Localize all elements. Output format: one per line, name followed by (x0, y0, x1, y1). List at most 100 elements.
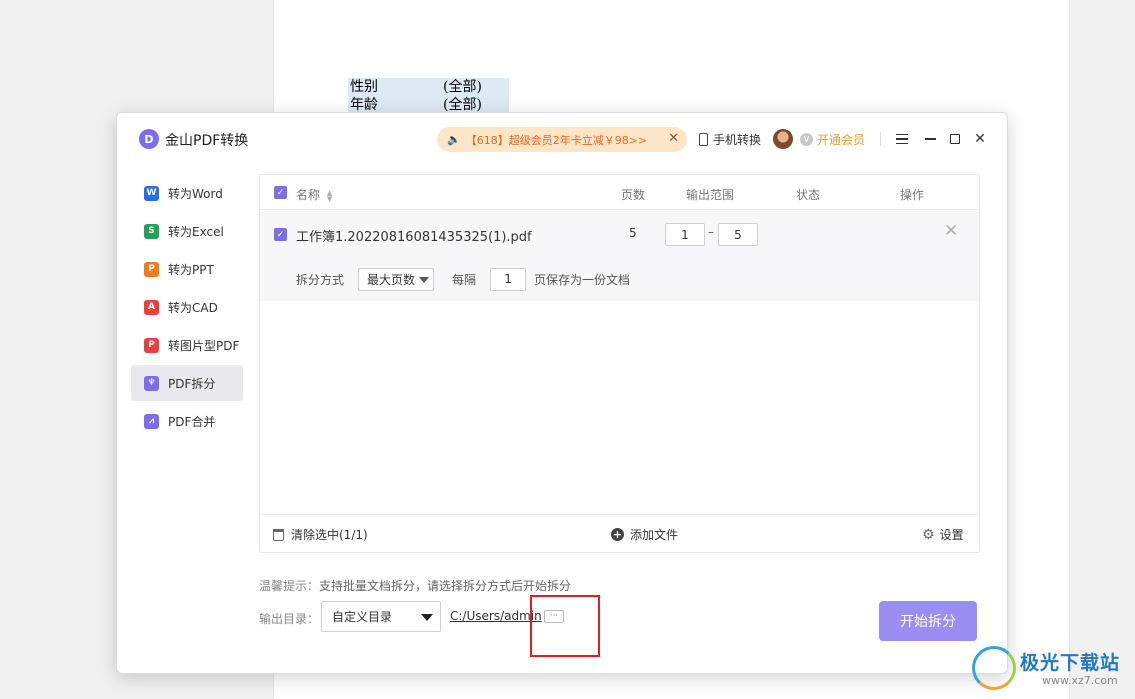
range-separator: – (708, 225, 714, 239)
close-icon: ✕ (974, 131, 986, 147)
watermark-logo: 极光下载站 www.xz7.com (970, 642, 1130, 694)
file-checkbox[interactable]: ✓ (274, 228, 287, 241)
document-table: 性别 (全部) 年龄 (全部) (348, 78, 509, 114)
sidebar: W 转为Word S 转为Excel P 转为PPT A 转为CAD P 转图片… (131, 175, 243, 441)
user-avatar[interactable] (773, 129, 793, 149)
clear-selected-label: 清除选中(1/1) (291, 528, 368, 542)
word-icon: W (144, 185, 159, 201)
column-name-label: 名称 (296, 188, 321, 202)
titlebar-divider (880, 132, 881, 146)
mobile-convert-label: 手机转换 (713, 133, 762, 147)
watermark-swirl-icon (972, 646, 1016, 690)
document-cell-label: 性别 (350, 79, 378, 95)
output-dir-label: 输出目录： (259, 612, 320, 626)
excel-icon: S (144, 223, 159, 239)
ppt-icon: P (144, 261, 159, 277)
sidebar-item-label: 转为Excel (168, 224, 224, 239)
column-header-pages: 页数 (621, 188, 646, 202)
watermark-title: 极光下载站 (1020, 652, 1121, 674)
split-icon: ♆ (144, 375, 159, 391)
vip-icon: V (800, 133, 813, 146)
app-title: 金山PDF转换 (165, 133, 249, 149)
table-row: ✓ 工作簿1.20220816081435325(1).pdf 5 1 – 5 … (260, 211, 979, 301)
add-file-label: 添加文件 (630, 528, 679, 542)
sidebar-item-label: PDF合并 (168, 414, 216, 429)
table-header: ✓ 名称 ▲ ▼ 页数 输出范围 状态 操作 (260, 175, 979, 210)
clear-selected-button[interactable]: 清除选中(1/1) (273, 526, 368, 543)
split-mode-select[interactable]: 最大页数 (358, 267, 435, 291)
phone-icon (699, 133, 708, 146)
column-header-status: 状态 (796, 188, 821, 202)
plus-icon: + (611, 528, 624, 541)
hint-label: 温馨提示： (259, 579, 320, 593)
pdf-convert-dialog: D 金山PDF转换 🔈 【618】超级会员2年卡立减￥98>> ✕ 手机转换 V… (116, 112, 1008, 674)
sidebar-item-cad[interactable]: A 转为CAD (131, 289, 243, 325)
dropdown-arrow-icon (421, 614, 433, 621)
sidebar-item-ppt[interactable]: P 转为PPT (131, 251, 243, 287)
every-label: 每隔 (452, 272, 477, 287)
menu-button[interactable] (892, 129, 912, 149)
vip-button[interactable]: V 开通会员 (800, 131, 865, 148)
speaker-icon: 🔈 (447, 133, 461, 146)
range-to-input[interactable]: 5 (718, 223, 758, 246)
cad-icon: A (144, 299, 159, 315)
watermark-url: www.xz7.com (1042, 674, 1118, 687)
column-header-name[interactable]: 名称 ▲ ▼ (296, 186, 332, 203)
app-logo-icon: D (139, 129, 159, 149)
minimize-icon (924, 138, 936, 140)
image-pdf-icon: P (144, 337, 159, 353)
vip-label: 开通会员 (817, 133, 866, 147)
file-page-count: 5 (629, 226, 637, 240)
file-name: 工作簿1.20220816081435325(1).pdf (296, 230, 532, 245)
maximize-icon (950, 134, 960, 144)
sidebar-item-label: 转为Word (168, 186, 223, 201)
sidebar-item-label: 转图片型PDF (168, 338, 240, 353)
settings-button[interactable]: ⚙ 设置 (922, 526, 964, 543)
output-path-link[interactable]: C:/Users/admin (450, 609, 542, 623)
promo-banner[interactable]: 🔈 【618】超级会员2年卡立减￥98>> ✕ (437, 127, 687, 152)
split-options: 拆分方式 最大页数 每隔 1 页保存为一份文档 (296, 267, 630, 291)
column-header-action: 操作 (900, 188, 925, 202)
title-bar: D 金山PDF转换 🔈 【618】超级会员2年卡立减￥98>> ✕ 手机转换 V… (117, 113, 1007, 165)
document-cell-value: (全部) (443, 79, 482, 95)
gear-icon: ⚙ (922, 526, 935, 543)
merge-icon: ⩘ (144, 413, 159, 429)
start-split-button[interactable]: 开始拆分 (879, 601, 977, 641)
output-dir-mode: 自定义目录 (332, 610, 393, 624)
sidebar-item-pdf-merge[interactable]: ⩘ PDF合并 (131, 403, 243, 439)
dropdown-arrow-icon (419, 276, 430, 283)
sidebar-item-word[interactable]: W 转为Word (131, 175, 243, 211)
every-pages-input[interactable]: 1 (490, 267, 527, 291)
menu-icon (896, 134, 908, 144)
split-mode-label: 拆分方式 (296, 272, 345, 287)
split-mode-value: 最大页数 (367, 272, 416, 287)
file-list-panel: ✓ 名称 ▲ ▼ 页数 输出范围 状态 操作 ✓ 工作簿1.20220816081… (259, 174, 980, 553)
mobile-convert-button[interactable]: 手机转换 (699, 131, 761, 148)
close-button[interactable]: ✕ (970, 129, 990, 149)
select-all-checkbox[interactable]: ✓ (274, 186, 287, 199)
annotation-highlight (530, 595, 600, 657)
output-dir-select[interactable]: 自定义目录 (321, 601, 441, 632)
promo-close-icon[interactable]: ✕ (668, 131, 679, 146)
add-file-button[interactable]: + 添加文件 (611, 526, 678, 543)
sidebar-item-label: PDF拆分 (168, 376, 216, 391)
maximize-button[interactable] (945, 129, 965, 149)
minimize-button[interactable] (920, 129, 940, 149)
remove-file-icon[interactable]: ✕ (944, 221, 958, 241)
sidebar-item-pdf-split[interactable]: ♆ PDF拆分 (131, 365, 243, 401)
sidebar-item-image-pdf[interactable]: P 转图片型PDF (131, 327, 243, 363)
column-header-range: 输出范围 (686, 188, 735, 202)
range-from-input[interactable]: 1 (665, 223, 705, 246)
sidebar-item-excel[interactable]: S 转为Excel (131, 213, 243, 249)
document-row: 性别 (全部) (348, 78, 509, 96)
every-suffix-label: 页保存为一份文档 (534, 272, 631, 287)
panel-footer: 清除选中(1/1) + 添加文件 ⚙ 设置 (260, 514, 979, 552)
settings-label: 设置 (939, 528, 964, 542)
sort-icon: ▲ ▼ (326, 188, 333, 203)
hint-message: 支持批量文档拆分，请选择拆分方式后开始拆分 (319, 579, 572, 593)
sidebar-item-label: 转为PPT (168, 262, 214, 277)
promo-text: 【618】超级会员2年卡立减￥98>> (465, 133, 648, 147)
trash-icon (273, 528, 284, 541)
sidebar-item-label: 转为CAD (168, 300, 218, 315)
hint-text: 温馨提示：支持批量文档拆分，请选择拆分方式后开始拆分 (259, 577, 571, 594)
